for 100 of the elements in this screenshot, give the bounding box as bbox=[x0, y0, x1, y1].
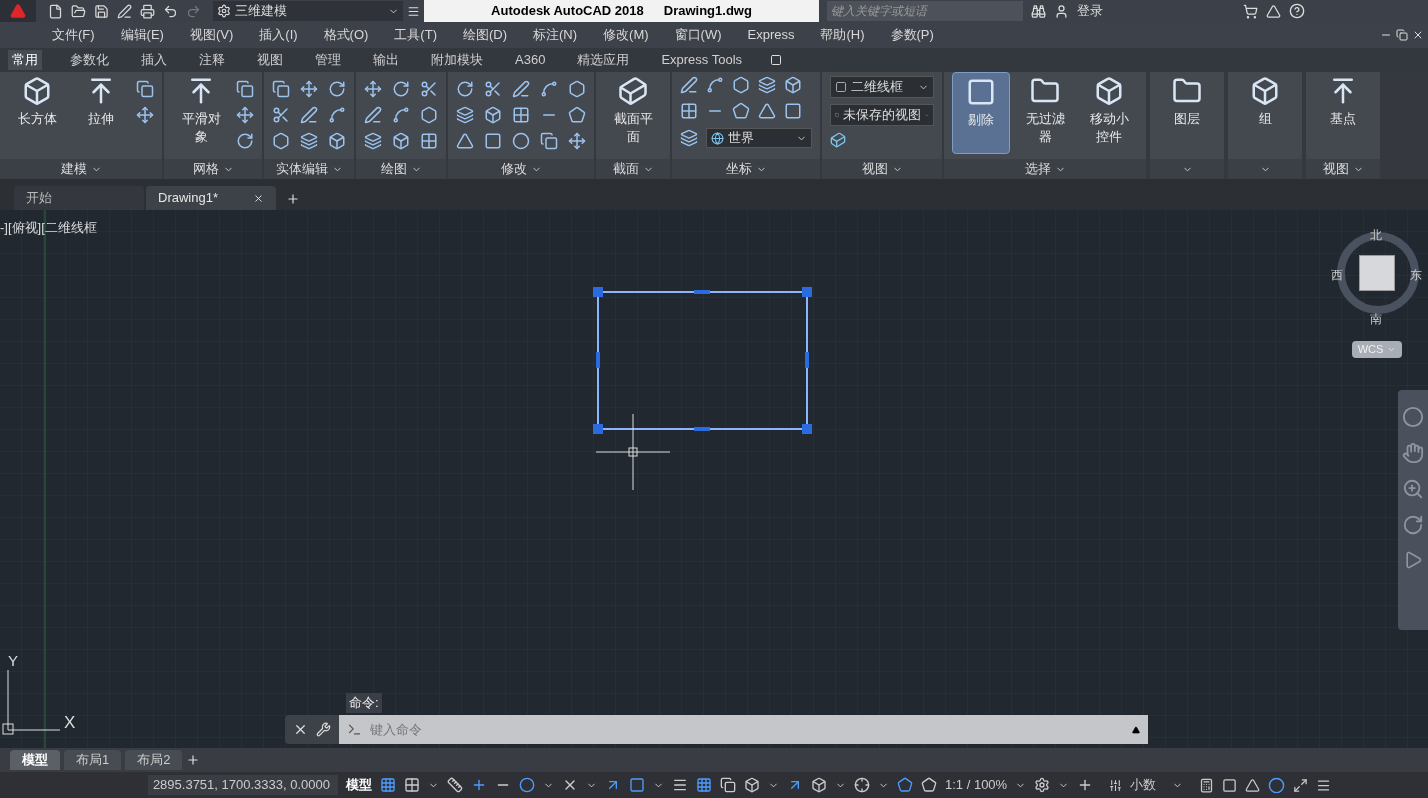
move-icon[interactable] bbox=[236, 106, 254, 124]
menu-item[interactable]: 帮助(H) bbox=[820, 25, 865, 45]
copy-icon[interactable] bbox=[272, 80, 290, 98]
ribbon-large-button[interactable]: 剔除 bbox=[952, 72, 1010, 154]
copy-icon[interactable] bbox=[236, 80, 254, 98]
hexagon-icon[interactable] bbox=[732, 76, 750, 94]
ribbon-large-button[interactable]: 拉伸 bbox=[72, 72, 130, 154]
ribbon-tab[interactable]: 精选应用 bbox=[573, 50, 634, 70]
cart-icon[interactable] bbox=[1243, 3, 1258, 19]
ribbon-tab[interactable]: A360 bbox=[511, 50, 550, 70]
play-icon[interactable] bbox=[1403, 550, 1423, 570]
menu-item[interactable]: 文件(F) bbox=[52, 25, 95, 45]
rotate-icon[interactable] bbox=[392, 80, 410, 98]
plus-icon[interactable] bbox=[471, 777, 487, 793]
spline-icon[interactable] bbox=[328, 106, 346, 124]
restore-icon[interactable] bbox=[1396, 29, 1408, 41]
menu-item[interactable]: 修改(M) bbox=[603, 25, 649, 45]
expand-icon[interactable] bbox=[1132, 725, 1140, 734]
search-field[interactable]: 键入关键字或短语 bbox=[827, 1, 1023, 21]
model-space-button[interactable]: 模型 bbox=[346, 775, 372, 795]
circle-icon[interactable] bbox=[519, 777, 535, 793]
panel-title[interactable]: 选择 bbox=[1024, 159, 1051, 179]
rotate-icon[interactable] bbox=[328, 80, 346, 98]
menu-item[interactable]: 插入(I) bbox=[259, 25, 298, 45]
pen-icon[interactable] bbox=[300, 106, 318, 124]
layers-icon[interactable] bbox=[364, 132, 382, 150]
grid-icon[interactable] bbox=[380, 777, 396, 793]
open-folder-icon[interactable] bbox=[71, 3, 86, 19]
app-logo[interactable] bbox=[0, 0, 36, 22]
workspace-dropdown[interactable]: 三维建模 bbox=[213, 1, 403, 21]
pen-icon[interactable] bbox=[117, 3, 132, 19]
ribbon-large-button[interactable]: 长方体 bbox=[8, 72, 66, 154]
ribbon-large-button[interactable]: 无过滤器 bbox=[1016, 72, 1074, 154]
menu-item[interactable]: 绘图(D) bbox=[462, 25, 507, 45]
square-icon[interactable] bbox=[629, 777, 645, 793]
coordinates-readout[interactable]: 2895.3751, 1700.3333, 0.0000 bbox=[148, 775, 338, 795]
panel-title[interactable]: 坐标 bbox=[725, 159, 752, 179]
ribbon-tab[interactable]: 常用 bbox=[8, 50, 42, 70]
scissors-icon[interactable] bbox=[272, 106, 290, 124]
box-icon[interactable] bbox=[328, 132, 346, 150]
ribbon-large-button[interactable]: 平滑对象 bbox=[172, 72, 230, 154]
ruler-icon[interactable] bbox=[447, 777, 463, 793]
square-icon[interactable] bbox=[484, 132, 502, 150]
grid-icon[interactable] bbox=[680, 102, 698, 120]
command-field[interactable]: 键入命令 bbox=[339, 715, 1148, 744]
menu-item[interactable]: 视图(V) bbox=[189, 25, 234, 45]
spline-icon[interactable] bbox=[706, 76, 724, 94]
document-tab[interactable]: 开始 bbox=[14, 186, 144, 210]
ribbon-large-button[interactable]: 图层 bbox=[1158, 72, 1216, 154]
copy-icon[interactable] bbox=[540, 132, 558, 150]
ribbon-tab[interactable]: 附加模块 bbox=[427, 50, 487, 70]
copy-icon[interactable] bbox=[720, 777, 736, 793]
print-icon[interactable] bbox=[140, 3, 155, 19]
binoculars-icon[interactable] bbox=[1031, 3, 1046, 19]
view-dropdown[interactable]: 未保存的视图 bbox=[830, 104, 934, 126]
pen-icon[interactable] bbox=[512, 80, 530, 98]
terminal-icon[interactable] bbox=[347, 722, 362, 737]
layout-tab[interactable]: 布局1 bbox=[64, 750, 122, 770]
pan-icon[interactable] bbox=[1402, 442, 1424, 464]
menu-item[interactable]: 标注(N) bbox=[533, 25, 578, 45]
layers-icon[interactable] bbox=[300, 132, 318, 150]
new-file-icon[interactable] bbox=[48, 3, 63, 19]
settings-icon[interactable] bbox=[1034, 777, 1051, 793]
hexagon-icon[interactable] bbox=[420, 106, 438, 124]
ribbon-tab[interactable]: 管理 bbox=[311, 50, 345, 70]
layers-icon[interactable] bbox=[456, 106, 474, 124]
grid-icon[interactable] bbox=[512, 106, 530, 124]
close-icon[interactable] bbox=[1412, 29, 1424, 41]
scissors-icon[interactable] bbox=[484, 80, 502, 98]
triangle-icon[interactable] bbox=[456, 132, 474, 150]
triangle-icon[interactable] bbox=[1266, 3, 1281, 19]
undo-icon[interactable] bbox=[163, 3, 178, 19]
panel-title[interactable]: 修改 bbox=[500, 159, 527, 179]
menu-icon[interactable] bbox=[407, 4, 420, 18]
layout-tab[interactable]: 布局2 bbox=[125, 750, 183, 770]
lineweight-icon[interactable] bbox=[672, 777, 688, 793]
add-layout-icon[interactable] bbox=[186, 753, 201, 767]
help-icon[interactable] bbox=[1289, 3, 1305, 19]
user-icon[interactable] bbox=[1054, 3, 1069, 19]
box-icon[interactable] bbox=[484, 106, 502, 124]
grid-icon[interactable] bbox=[420, 132, 438, 150]
document-tab[interactable]: Drawing1* bbox=[146, 186, 276, 210]
view-dropdown[interactable]: 二维线框 bbox=[830, 76, 934, 98]
menu-item[interactable]: 窗口(W) bbox=[674, 25, 722, 45]
ribbon-tab[interactable]: 输出 bbox=[369, 50, 403, 70]
move-icon[interactable] bbox=[568, 132, 586, 150]
pen-icon[interactable] bbox=[364, 106, 382, 124]
rotate-icon[interactable] bbox=[456, 80, 474, 98]
spline-icon[interactable] bbox=[392, 106, 410, 124]
ribbon-tab[interactable]: 视图 bbox=[253, 50, 287, 70]
ribbon-tab[interactable]: Express Tools bbox=[657, 50, 747, 70]
menu-item[interactable]: 编辑(E) bbox=[120, 25, 164, 45]
menu-item[interactable]: 参数(P) bbox=[890, 25, 934, 45]
ribbon-large-button[interactable]: 截面平面 bbox=[604, 72, 662, 154]
menu-item[interactable]: Express bbox=[747, 25, 795, 45]
move-icon[interactable] bbox=[136, 106, 154, 124]
ucs-dropdown[interactable]: 世界 bbox=[706, 128, 812, 148]
add-tab-icon[interactable] bbox=[286, 192, 300, 206]
pentagon-icon[interactable] bbox=[732, 102, 750, 120]
save-icon[interactable] bbox=[94, 3, 109, 19]
